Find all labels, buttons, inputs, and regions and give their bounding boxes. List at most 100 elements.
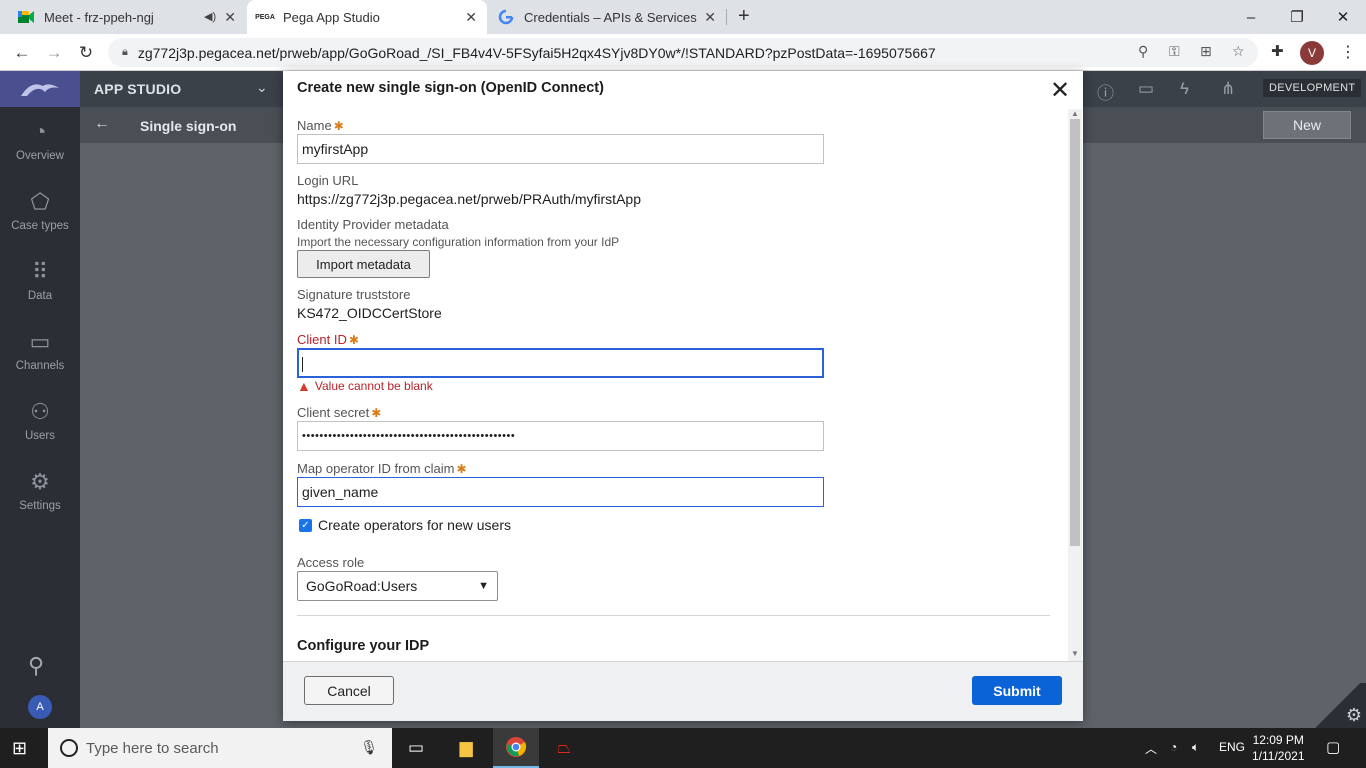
- create-operators-checkbox-row[interactable]: ✓ Create operators for new users: [299, 517, 511, 533]
- section-divider: [297, 615, 1050, 616]
- create-operators-checkbox[interactable]: ✓: [299, 518, 312, 532]
- translate-icon[interactable]: ⊞: [1200, 43, 1212, 60]
- submit-button[interactable]: Submit: [972, 676, 1062, 705]
- forward-icon[interactable]: →: [41, 40, 67, 66]
- close-tab-icon[interactable]: ✕: [704, 9, 716, 26]
- close-icon[interactable]: ✕: [1050, 79, 1070, 103]
- new-tab-button[interactable]: +: [738, 5, 750, 28]
- extensions-icon[interactable]: ✚: [1271, 42, 1284, 60]
- scroll-down-icon[interactable]: ▼: [1071, 649, 1079, 658]
- modal-scrollbar[interactable]: ▲ ▼: [1068, 109, 1082, 661]
- tab-credentials[interactable]: Credentials – APIs & Services – M ✕: [488, 0, 726, 34]
- browser-toolbar: ← → ↻ 🔒︎ zg772j3p.pegacea.net/prweb/app/…: [0, 34, 1366, 71]
- lightning-icon[interactable]: ϟ: [1180, 79, 1189, 99]
- profile-avatar[interactable]: V: [1300, 41, 1324, 65]
- nav-item-overview[interactable]: ◔ Overview: [0, 119, 80, 162]
- idp-metadata-label: Identity Provider metadata: [297, 217, 449, 232]
- left-navigation: ◔ Overview ⬠ Case types ⠿ Data ▭ Channel…: [0, 107, 80, 728]
- browser-tab-strip: Meet - frz-ppeh-ngj ◀) ✕ PEGA Pega App S…: [0, 0, 1366, 34]
- client-secret-input[interactable]: ••••••••••••••••••••••••••••••••••••••••…: [297, 421, 824, 451]
- required-icon: ✱: [333, 119, 344, 133]
- branches-icon[interactable]: ⋔: [1221, 79, 1235, 99]
- gear-icon: ⚙: [1345, 705, 1362, 725]
- required-icon: ✱: [371, 406, 382, 420]
- language-indicator[interactable]: ENG: [1219, 740, 1245, 754]
- new-button[interactable]: New: [1263, 111, 1351, 139]
- gear-icon: ⚙: [30, 469, 50, 494]
- name-input[interactable]: myfirstApp: [297, 134, 824, 164]
- modal-title: Create new single sign-on (OpenID Connec…: [297, 80, 604, 96]
- access-role-select[interactable]: GoGoRoad:Users ▼: [297, 571, 498, 601]
- sso-modal: Create new single sign-on (OpenID Connec…: [283, 71, 1083, 721]
- login-url-value: https://zg772j3p.pegacea.net/prweb/PRAut…: [297, 191, 641, 207]
- scroll-up-icon[interactable]: ▲: [1071, 109, 1079, 118]
- chrome-taskbar-icon[interactable]: [493, 728, 539, 768]
- nav-item-settings[interactable]: ⚙ Settings: [0, 469, 80, 512]
- text-cursor: [302, 356, 303, 372]
- minimize-icon[interactable]: –: [1228, 0, 1274, 34]
- chat-icon[interactable]: ▭: [1138, 79, 1154, 99]
- acrobat-icon[interactable]: ⏢: [541, 728, 587, 768]
- taskbar-search[interactable]: Type here to search 🎙︎: [48, 728, 392, 768]
- environment-badge: DEVELOPMENT: [1263, 79, 1362, 97]
- import-metadata-button[interactable]: Import metadata: [297, 250, 430, 278]
- cancel-button[interactable]: Cancel: [304, 676, 394, 705]
- volume-icon[interactable]: 🔈︎: [1192, 740, 1199, 755]
- name-label: Name ✱: [297, 118, 344, 133]
- microphone-icon[interactable]: 🎙︎: [360, 739, 378, 756]
- help-icon[interactable]: ⓘ: [1097, 79, 1114, 104]
- notification-icon[interactable]: ▢: [1326, 738, 1340, 756]
- nav-item-data[interactable]: ⠿ Data: [0, 259, 80, 302]
- corner-settings[interactable]: ⚙: [1310, 683, 1366, 728]
- wifi-icon[interactable]: ◔: [1170, 740, 1177, 754]
- page-title: Single sign-on: [140, 118, 237, 134]
- warning-icon: ▲: [297, 378, 311, 394]
- search-icon[interactable]: ⚲: [28, 653, 44, 679]
- url-text: zg772j3p.pegacea.net/prweb/app/GoGoRoad_…: [137, 44, 936, 61]
- map-operator-label: Map operator ID from claim ✱: [297, 461, 467, 476]
- truststore-value: KS472_OIDCCertStore: [297, 305, 442, 321]
- search-circle-icon: [60, 739, 78, 757]
- back-icon[interactable]: ←: [9, 40, 35, 66]
- location-blocked-icon[interactable]: ⚲: [1138, 43, 1148, 60]
- close-window-icon[interactable]: ✕: [1320, 0, 1366, 34]
- bookmark-star-icon[interactable]: ☆: [1232, 43, 1245, 60]
- required-icon: ✱: [456, 462, 467, 476]
- map-operator-input[interactable]: given_name: [297, 477, 824, 507]
- windows-taskbar: ⊞ Type here to search 🎙︎ ▭ ▆ ⏢ ︿ ◔ 🔈︎ EN…: [0, 728, 1366, 768]
- taskbar-clock[interactable]: 12:09 PM 1/11/2021: [1252, 732, 1305, 764]
- app-studio-title: APP STUDIO: [94, 81, 182, 97]
- client-id-input[interactable]: [297, 348, 824, 378]
- browser-menu-icon[interactable]: ⋮: [1340, 42, 1356, 62]
- restore-icon[interactable]: ❐: [1274, 0, 1320, 34]
- idp-metadata-help: Import the necessary configuration infor…: [297, 235, 620, 249]
- tray-chevron-icon[interactable]: ︿: [1145, 740, 1157, 757]
- configure-idp-heading: Configure your IDP: [297, 638, 430, 654]
- tab-pega-app-studio[interactable]: PEGA Pega App Studio ✕: [247, 0, 487, 34]
- chevron-down-icon[interactable]: ⌄: [256, 79, 268, 96]
- pega-favicon: PEGA: [255, 13, 275, 21]
- modal-footer: Cancel Submit: [283, 661, 1083, 721]
- user-avatar[interactable]: A: [28, 695, 52, 719]
- google-g-icon: [498, 9, 514, 25]
- nav-item-channels[interactable]: ▭ Channels: [0, 329, 80, 372]
- address-bar[interactable]: 🔒︎ zg772j3p.pegacea.net/prweb/app/GoGoRo…: [108, 38, 1258, 67]
- key-icon[interactable]: ⚿: [1169, 43, 1180, 60]
- file-explorer-icon[interactable]: ▆: [443, 728, 489, 768]
- close-tab-icon[interactable]: ✕: [465, 9, 477, 26]
- close-tab-icon[interactable]: ✕: [224, 9, 236, 26]
- client-id-error: ▲ Value cannot be blank: [297, 378, 433, 394]
- nav-item-case-types[interactable]: ⬠ Case types: [0, 189, 80, 232]
- windows-start-icon[interactable]: ⊞: [12, 738, 27, 759]
- speaker-icon[interactable]: ◀): [204, 10, 216, 23]
- scrollbar-thumb[interactable]: [1070, 119, 1080, 546]
- truststore-label: Signature truststore: [297, 287, 411, 302]
- grid-dots-icon: ⠿: [31, 259, 49, 284]
- reload-icon[interactable]: ↻: [73, 40, 99, 66]
- tab-meet[interactable]: Meet - frz-ppeh-ngj ◀) ✕: [8, 0, 246, 34]
- case-type-icon: ⬠: [30, 189, 50, 214]
- task-view-icon[interactable]: ▭: [393, 728, 439, 768]
- nav-item-users[interactable]: ⚇ Users: [0, 399, 80, 442]
- pega-logo[interactable]: [0, 71, 80, 107]
- back-arrow-icon[interactable]: ←: [94, 115, 110, 133]
